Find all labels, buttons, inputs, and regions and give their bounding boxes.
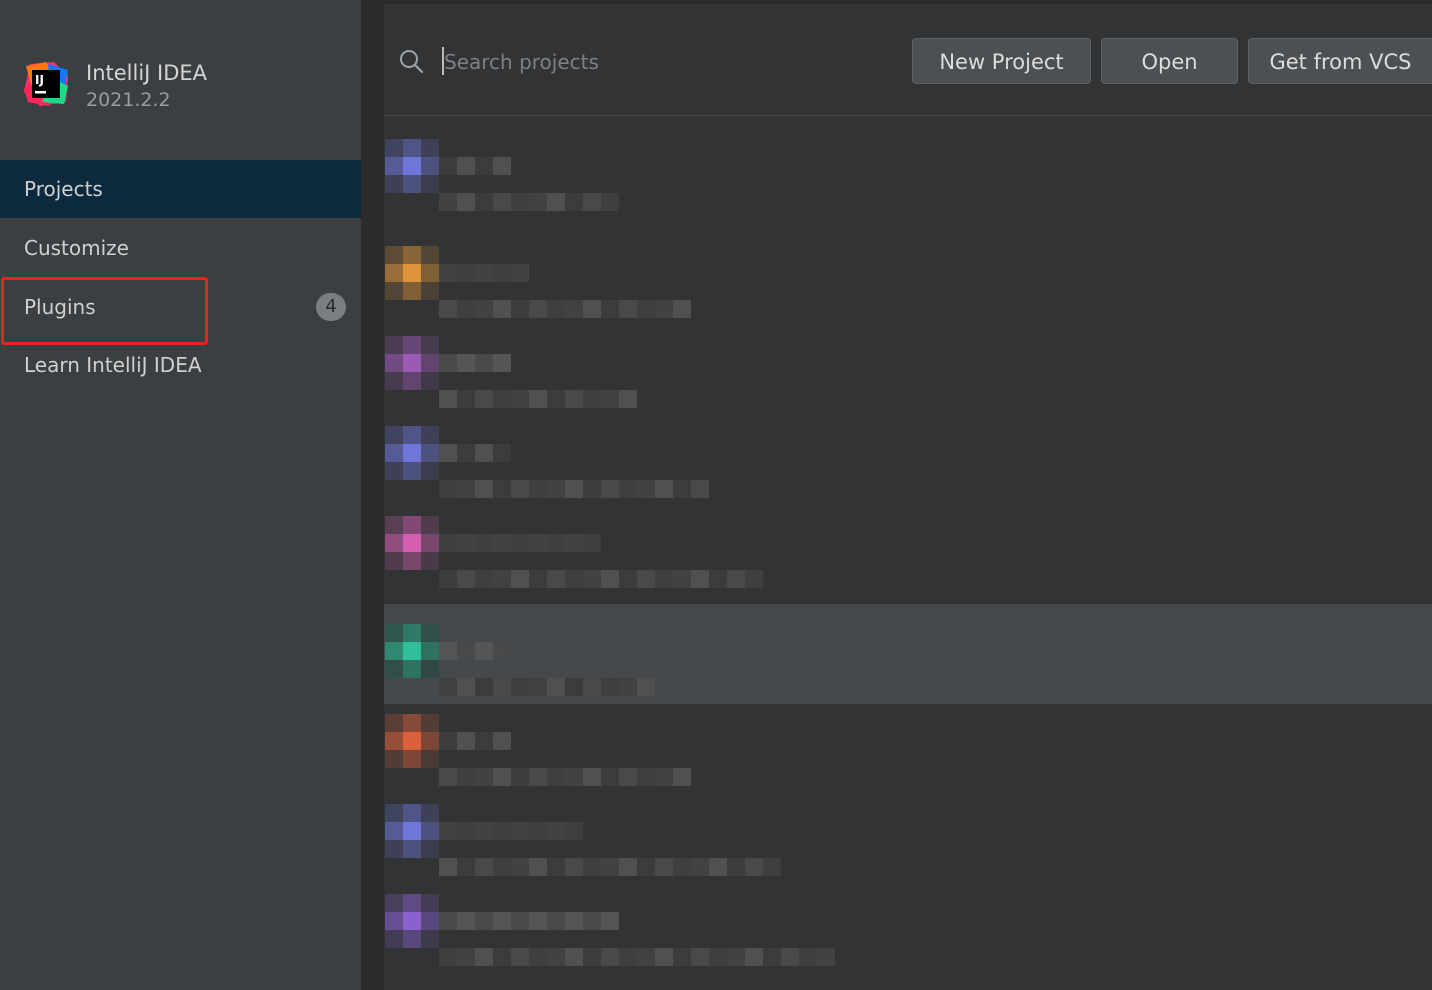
sidebar-item-projects[interactable]: Projects bbox=[0, 160, 361, 218]
recent-project-item[interactable] bbox=[384, 894, 1432, 982]
sidebar-item-label: Projects bbox=[24, 177, 103, 201]
project-path-redacted bbox=[439, 948, 835, 966]
sidebar-item-label: Customize bbox=[24, 236, 129, 260]
project-path-redacted bbox=[439, 480, 709, 498]
project-icon bbox=[385, 804, 439, 858]
project-path-redacted bbox=[439, 390, 637, 408]
intellij-logo-icon: IJ bbox=[24, 62, 68, 106]
project-path-redacted bbox=[439, 300, 691, 318]
project-name-redacted bbox=[439, 732, 511, 750]
welcome-window: IJ IntelliJ IDEA 2021.2.2 Projects Custo… bbox=[0, 0, 1432, 990]
project-name-redacted bbox=[439, 444, 511, 462]
app-name: IntelliJ IDEA bbox=[86, 61, 208, 85]
sidebar-item-learn[interactable]: Learn IntelliJ IDEA bbox=[0, 336, 361, 394]
project-name-redacted bbox=[439, 264, 529, 282]
svg-text:IJ: IJ bbox=[35, 73, 44, 87]
get-from-vcs-button[interactable]: Get from VCS bbox=[1248, 38, 1432, 84]
sidebar: IJ IntelliJ IDEA 2021.2.2 Projects Custo… bbox=[0, 0, 361, 990]
project-icon bbox=[385, 246, 439, 300]
project-name-redacted bbox=[439, 157, 511, 175]
project-icon bbox=[385, 336, 439, 390]
project-name-redacted bbox=[439, 354, 511, 372]
project-name-redacted bbox=[439, 642, 511, 660]
recent-project-item[interactable] bbox=[384, 426, 1432, 514]
recent-project-item[interactable] bbox=[384, 516, 1432, 604]
project-name-redacted bbox=[439, 822, 583, 840]
sidebar-item-label: Plugins bbox=[24, 295, 96, 319]
project-name-redacted bbox=[439, 912, 619, 930]
recent-project-item[interactable] bbox=[384, 714, 1432, 802]
new-project-button[interactable]: New Project bbox=[912, 38, 1091, 84]
project-icon bbox=[385, 894, 439, 948]
recent-project-item[interactable] bbox=[384, 246, 1432, 334]
project-path-redacted bbox=[439, 768, 691, 786]
project-icon bbox=[385, 139, 439, 193]
project-path-redacted bbox=[439, 678, 655, 696]
plugins-update-badge: 4 bbox=[316, 293, 346, 321]
recent-project-item[interactable] bbox=[384, 804, 1432, 892]
project-icon bbox=[385, 714, 439, 768]
toolbar-divider bbox=[384, 115, 1432, 116]
search-projects-input[interactable] bbox=[440, 44, 880, 80]
sidebar-item-plugins[interactable]: Plugins 4 bbox=[0, 278, 361, 336]
recent-project-item[interactable] bbox=[384, 139, 1432, 227]
recent-project-item[interactable] bbox=[384, 604, 1432, 712]
sidebar-item-label: Learn IntelliJ IDEA bbox=[24, 353, 202, 377]
project-name-redacted bbox=[439, 534, 601, 552]
app-version: 2021.2.2 bbox=[86, 89, 171, 111]
project-icon bbox=[385, 624, 439, 678]
project-icon bbox=[385, 516, 439, 570]
project-path-redacted bbox=[439, 193, 619, 211]
open-button[interactable]: Open bbox=[1101, 38, 1238, 84]
project-path-redacted bbox=[439, 570, 763, 588]
sidebar-item-customize[interactable]: Customize bbox=[0, 219, 361, 277]
text-caret bbox=[442, 47, 444, 75]
recent-project-item[interactable] bbox=[384, 336, 1432, 424]
project-icon bbox=[385, 426, 439, 480]
project-path-redacted bbox=[439, 858, 781, 876]
search-icon bbox=[398, 48, 424, 74]
